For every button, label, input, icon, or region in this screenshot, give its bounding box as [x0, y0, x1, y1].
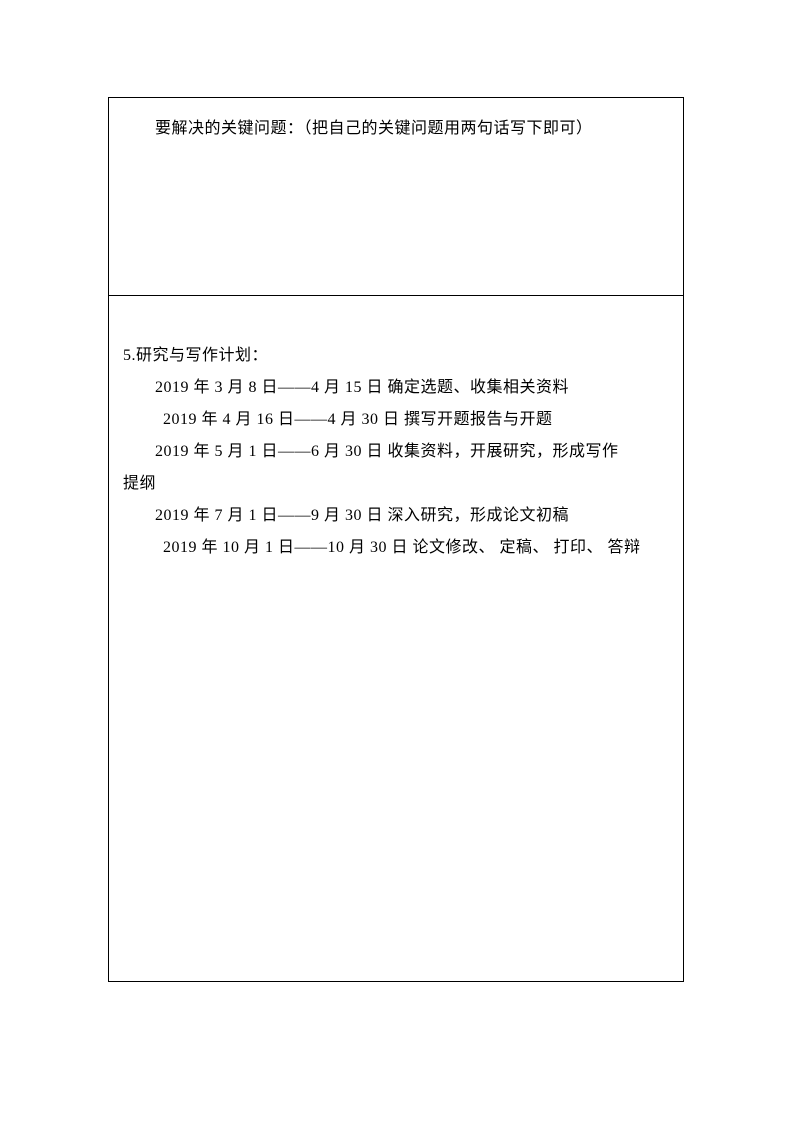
document-table: 要解决的关键问题：（把自己的关键问题用两句话写下即可） 5.研究与写作计划： 2…	[108, 97, 684, 982]
schedule-line-2: 2019 年 4 月 16 日——4 月 30 日 撰写开题报告与开题	[123, 404, 669, 436]
schedule-line-4: 2019 年 7 月 1 日——9 月 30 日 深入研究，形成论文初稿	[123, 500, 669, 532]
key-problems-cell: 要解决的关键问题：（把自己的关键问题用两句话写下即可）	[109, 98, 683, 296]
schedule-line-3-wrap: 提纲	[123, 468, 669, 500]
schedule-line-1: 2019 年 3 月 8 日——4 月 15 日 确定选题、收集相关资料	[123, 372, 669, 404]
research-plan-cell: 5.研究与写作计划： 2019 年 3 月 8 日——4 月 15 日 确定选题…	[109, 296, 683, 981]
key-problems-text: 要解决的关键问题：（把自己的关键问题用两句话写下即可）	[123, 114, 669, 144]
schedule-line-3: 2019 年 5 月 1 日——6 月 30 日 收集资料，开展研究，形成写作	[123, 436, 669, 468]
schedule-line-5: 2019 年 10 月 1 日——10 月 30 日 论文修改、 定稿、 打印、…	[123, 532, 669, 564]
section-heading: 5.研究与写作计划：	[123, 340, 669, 372]
